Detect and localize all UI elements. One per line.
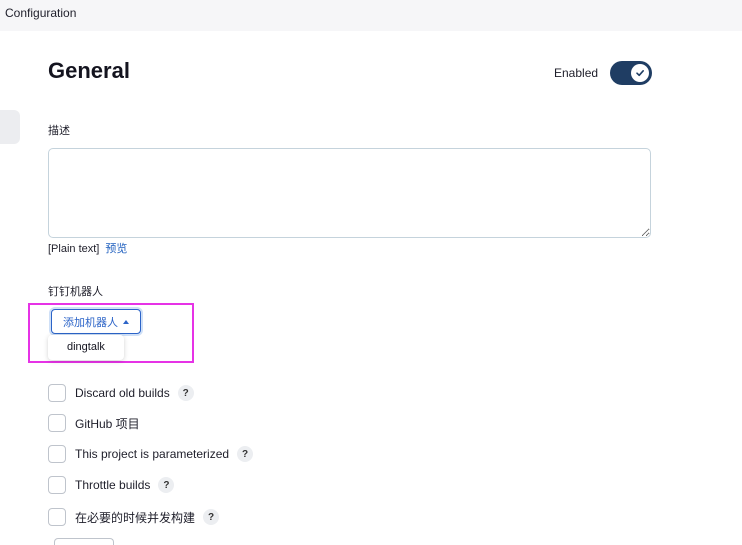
- option-discard-old-builds[interactable]: Discard old builds ?: [48, 384, 194, 402]
- check-icon: [631, 64, 649, 82]
- checkbox[interactable]: [48, 384, 66, 402]
- option-throttle-builds[interactable]: Throttle builds ?: [48, 476, 175, 494]
- option-label: Discard old builds: [75, 386, 170, 400]
- caret-up-icon: [123, 319, 129, 324]
- option-concurrent-builds[interactable]: 在必要的时候并发构建 ?: [48, 508, 220, 526]
- help-icon[interactable]: ?: [158, 477, 175, 493]
- help-icon[interactable]: ?: [237, 446, 254, 462]
- add-robot-button[interactable]: 添加机器人: [51, 309, 141, 334]
- checkbox[interactable]: [48, 476, 66, 494]
- checkbox[interactable]: [48, 445, 66, 463]
- next-field-stub[interactable]: [54, 538, 114, 545]
- option-label: GitHub 项目: [75, 416, 140, 431]
- dingtalk-robot-label: 钉钉机器人: [48, 286, 103, 298]
- help-icon[interactable]: ?: [203, 509, 220, 525]
- robot-dropdown-menu: dingtalk: [48, 335, 124, 360]
- section-title: General: [48, 58, 130, 83]
- sidebar-tab[interactable]: [0, 110, 20, 144]
- preview-link[interactable]: 预览: [105, 243, 127, 255]
- checkbox[interactable]: [48, 414, 66, 432]
- format-hint: [Plain text] 预览: [48, 240, 127, 256]
- dropdown-item-dingtalk[interactable]: dingtalk: [67, 341, 105, 353]
- option-label: Throttle builds: [75, 478, 151, 492]
- option-parameterized[interactable]: This project is parameterized ?: [48, 445, 254, 463]
- plain-text-label: [Plain text]: [48, 243, 100, 255]
- help-icon[interactable]: ?: [177, 385, 194, 401]
- add-robot-label: 添加机器人: [63, 316, 118, 329]
- description-textarea[interactable]: [48, 148, 651, 238]
- option-github-project[interactable]: GitHub 项目: [48, 414, 140, 432]
- option-label: This project is parameterized: [75, 447, 230, 461]
- enabled-label: Enabled: [554, 66, 599, 80]
- top-bar: Configuration: [0, 0, 742, 31]
- description-label: 描述: [48, 125, 70, 137]
- enabled-toggle[interactable]: [610, 61, 652, 85]
- breadcrumb-title: Configuration: [5, 6, 77, 20]
- checkbox[interactable]: [48, 508, 66, 526]
- option-label: 在必要的时候并发构建: [75, 510, 196, 525]
